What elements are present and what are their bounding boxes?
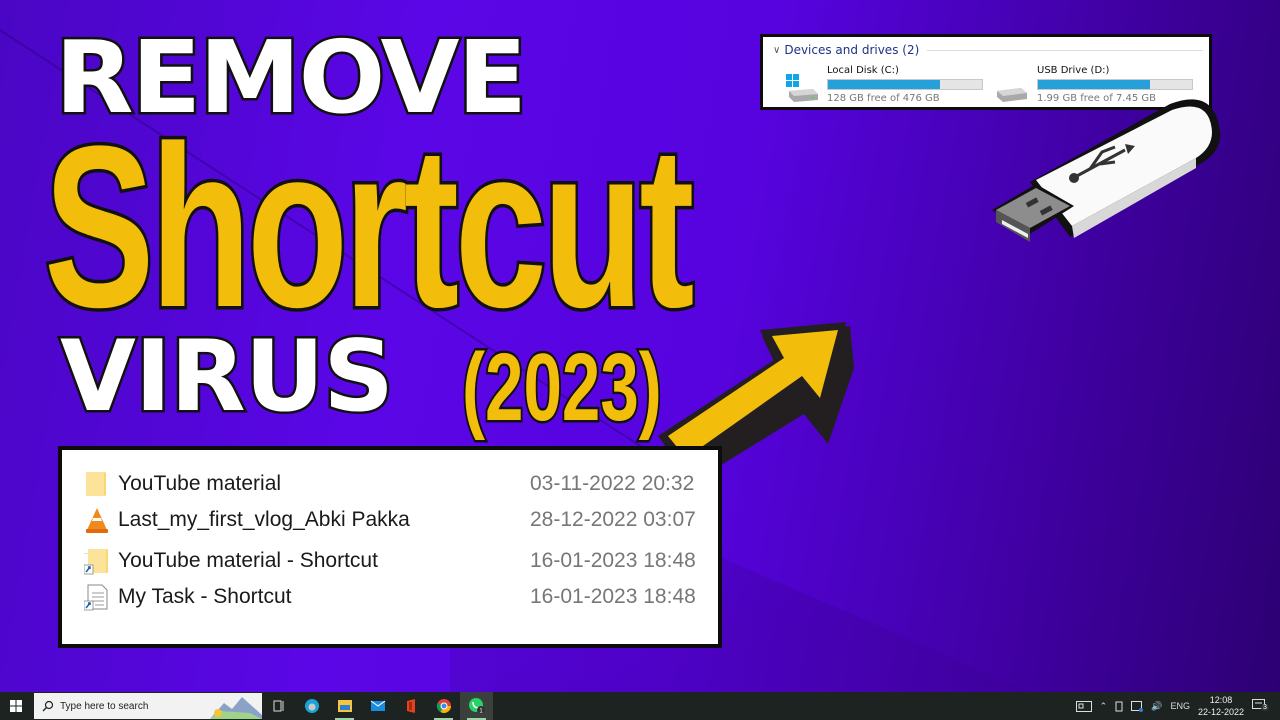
file-row[interactable]: YouTube material - Shortcut 16-01-2023 1… (84, 546, 704, 576)
clock[interactable]: 12:08 22-12-2022 (1198, 694, 1244, 718)
taskbar-app-office[interactable] (394, 692, 427, 720)
file-name: My Task - Shortcut (118, 585, 292, 608)
taskbar-app-edge[interactable] (295, 692, 328, 720)
file-row[interactable]: Last_my_first_vlog_Abki Pakka 28-12-2022… (84, 505, 704, 535)
headline-year: (2023) (460, 334, 663, 441)
headline-shortcut: Shortcut (41, 98, 697, 355)
vlc-icon (86, 508, 108, 533)
clock-time: 12:08 (1209, 695, 1233, 705)
notification-count-badge: 3 (1261, 704, 1269, 711)
drive-usage-fill (828, 80, 941, 89)
folder-icon (86, 472, 106, 496)
file-list-panel: YouTube material 03-11-2022 20:32 Last_m… (58, 446, 722, 648)
file-date: 03-11-2022 20:32 (530, 472, 695, 495)
search-placeholder: Type here to search (60, 700, 149, 712)
taskbar-app-file-explorer[interactable] (328, 692, 361, 720)
file-row[interactable]: My Task - Shortcut 16-01-2023 18:48 (84, 582, 704, 612)
file-date: 28-12-2022 03:07 (530, 508, 696, 531)
volume-icon[interactable]: 🔊 (1151, 701, 1162, 712)
taskbar-app-mail[interactable] (361, 692, 394, 720)
drive-free-space: 128 GB free of 476 GB (827, 93, 940, 104)
usb-flash-drive-illustration (992, 99, 1221, 242)
document-shortcut-icon (84, 584, 108, 611)
language-indicator[interactable]: ENG (1170, 701, 1190, 711)
file-name: Last_my_first_vlog_Abki Pakka (118, 508, 410, 531)
drive-usage-bar (827, 79, 983, 90)
devices-section-header[interactable]: ∨ Devices and drives (2) (773, 43, 1203, 57)
drive-c[interactable]: Local Disk (C:) 128 GB free of 476 GB (785, 63, 985, 107)
system-tray: ⌃ 🔊 ENG 12:08 22-12-2022 3 (1068, 692, 1280, 720)
taskbar-search-box[interactable]: Type here to search (34, 693, 262, 719)
chrome-icon (436, 699, 451, 713)
whatsapp-icon: 1 (468, 698, 485, 715)
clock-date: 22-12-2022 (1197, 707, 1244, 717)
file-name: YouTube material (118, 472, 282, 495)
edge-icon (304, 699, 319, 713)
windows-logo-icon (10, 700, 22, 712)
drive-usage-fill (1038, 80, 1151, 89)
file-row[interactable]: YouTube material 03-11-2022 20:32 (84, 469, 704, 499)
network-icon[interactable] (1131, 700, 1144, 712)
folder-shortcut-icon (84, 549, 108, 575)
windows-drive-icon (786, 74, 818, 102)
keyboard-icon[interactable] (1075, 700, 1092, 712)
headline-virus: VIRUS (58, 320, 397, 434)
search-icon (42, 700, 54, 712)
task-view-button[interactable] (262, 692, 295, 720)
file-name: YouTube material - Shortcut (118, 549, 378, 572)
office-icon (406, 699, 415, 713)
chevron-down-icon[interactable]: ∨ (773, 45, 780, 56)
battery-icon[interactable] (1115, 701, 1123, 712)
taskbar-app-chrome[interactable] (427, 692, 460, 720)
start-button[interactable] (0, 692, 32, 720)
notification-center-button[interactable]: 3 (1252, 699, 1274, 713)
task-view-icon (273, 700, 283, 712)
file-date: 16-01-2023 18:48 (530, 549, 696, 572)
mail-icon (370, 700, 385, 711)
show-hidden-icons-chevron-icon[interactable]: ⌃ (1100, 701, 1108, 712)
taskbar: Type here to search 1 ⌃ 🔊 ENG 12:08 22-1… (0, 692, 1280, 720)
devices-section-title: Devices and drives (2) (784, 43, 920, 57)
divider (927, 49, 1203, 51)
drive-name: Local Disk (C:) (827, 65, 899, 76)
drive-usage-bar (1037, 79, 1193, 90)
taskbar-app-whatsapp[interactable]: 1 (460, 692, 493, 720)
drive-name: USB Drive (D:) (1037, 65, 1110, 76)
file-date: 16-01-2023 18:48 (530, 585, 696, 608)
search-highlight-art (210, 697, 262, 719)
file-explorer-icon (337, 700, 352, 712)
